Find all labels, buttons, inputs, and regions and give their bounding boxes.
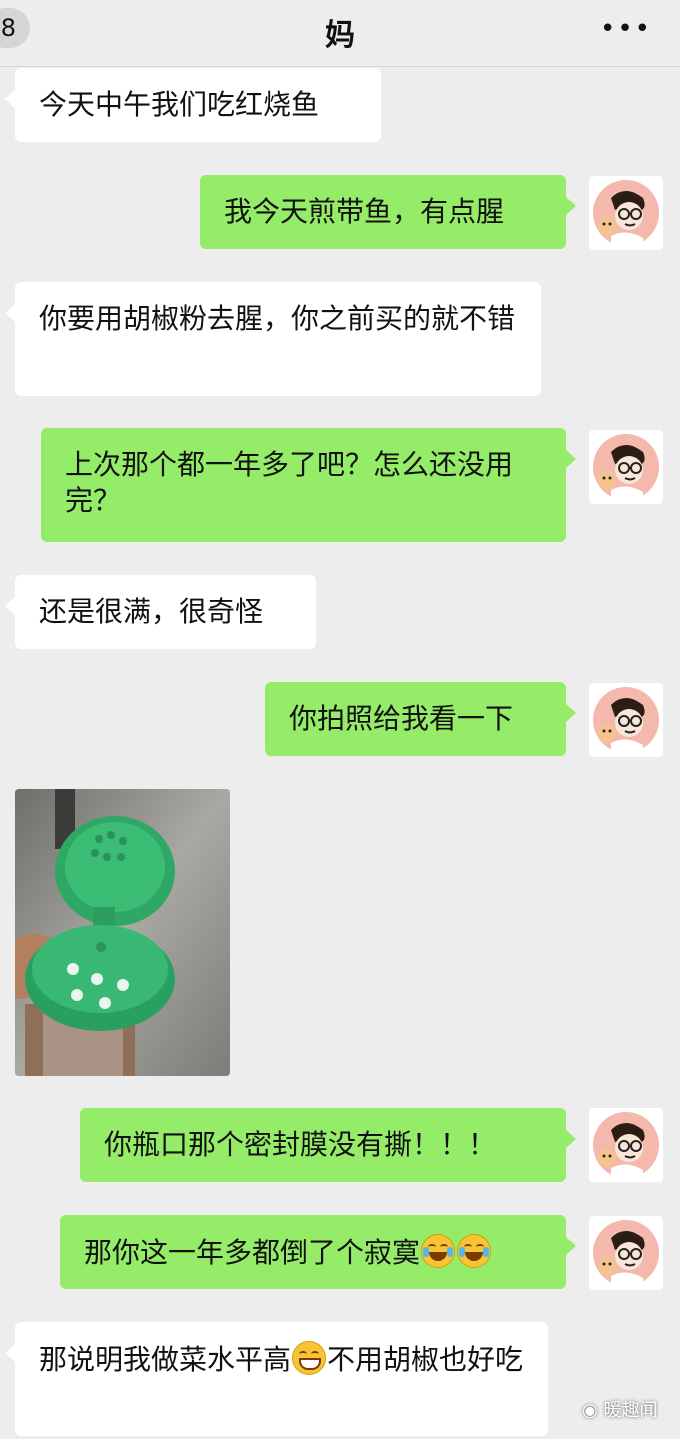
message-bubble-incoming[interactable]: 你要用胡椒粉去腥，你之前买的就不错 [5,282,541,396]
wechat-logo-icon: ◉ [582,1400,598,1421]
message-bubble-outgoing[interactable]: 那你这一年多都倒了个寂寞 [60,1215,576,1289]
user-avatar[interactable] [589,176,663,250]
avatar-illustration-icon [593,1220,659,1286]
message-text: 今天中午我们吃红烧鱼 [39,88,320,121]
crying-laughing-emoji-icon [421,1234,456,1268]
user-avatar[interactable] [589,1216,663,1290]
message-bubble-incoming[interactable]: 还是很满，很奇怪 [5,575,316,649]
message-bubble-outgoing[interactable]: 你瓶口那个密封膜没有撕！！！ [80,1108,576,1182]
avatar-illustration-icon [593,687,659,753]
pepper-shaker-photo [15,789,230,1076]
message-text: 不用胡椒也好吃 [327,1343,524,1376]
more-options-icon[interactable]: ••• [600,14,652,44]
message-text: 你要用胡椒粉去腥，你之前买的就不错 [39,302,516,335]
message-text: 我今天煎带鱼，有点腥 [224,195,505,228]
avatar-illustration-icon [593,434,659,500]
message-bubble-outgoing[interactable]: 我今天煎带鱼，有点腥 [200,175,576,249]
message-bubble-incoming[interactable]: 那说明我做菜水平高 不用胡椒也好吃 [5,1322,548,1436]
avatar-illustration-icon [593,180,659,246]
message-text: 你瓶口那个密封膜没有撕！！！ [104,1128,497,1161]
message-text: 那说明我做菜水平高 [39,1343,292,1376]
message-text: 上次那个都一年多了吧？怎么还没用完？ [65,448,514,517]
message-text: 那你这一年多都倒了个寂寞 [84,1236,421,1269]
user-avatar[interactable] [589,430,663,504]
message-bubble-outgoing[interactable]: 上次那个都一年多了吧？怎么还没用完？ [41,428,576,542]
message-text: 还是很满，很奇怪 [39,595,264,628]
crying-laughing-emoji-icon [457,1234,492,1268]
chat-header: 8 妈 ••• [0,0,680,67]
watermark: ◉ 暖趣闻 [582,1396,657,1422]
chat-title: 妈 [325,18,355,53]
user-avatar[interactable] [589,1108,663,1182]
grinning-emoji-icon [292,1341,327,1375]
message-bubble-outgoing[interactable]: 你拍照给我看一下 [265,682,576,756]
message-text: 你拍照给我看一下 [289,702,514,735]
message-bubble-incoming[interactable]: 今天中午我们吃红烧鱼 [5,68,381,142]
photo-message[interactable] [15,789,230,1076]
user-avatar[interactable] [589,683,663,757]
avatar-illustration-icon [593,1112,659,1178]
watermark-text: 暖趣闻 [603,1400,658,1421]
